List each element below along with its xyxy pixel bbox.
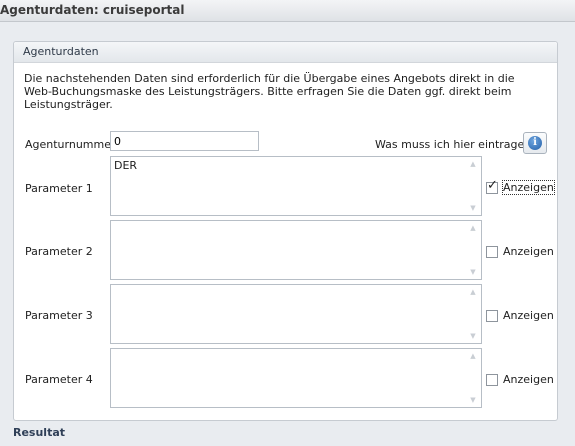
checkmark-icon: ✓ (487, 178, 498, 193)
group-header: Agenturdaten (14, 42, 557, 63)
parameter-2-show-label[interactable]: Anzeigen (503, 245, 554, 258)
parameter-3-show-label[interactable]: Anzeigen (503, 309, 554, 322)
parameter-3-show-checkbox[interactable] (486, 310, 498, 322)
window-titlebar: Agenturdaten: cruiseportal (0, 0, 575, 22)
parameter-4-show-label[interactable]: Anzeigen (503, 373, 554, 386)
parameter-1-field[interactable]: DER ▲ ▼ (110, 156, 482, 216)
group-title: Agenturdaten (23, 45, 99, 58)
help-info-button[interactable]: i (523, 132, 547, 154)
scroll-down-icon[interactable]: ▼ (468, 204, 478, 212)
agency-data-group: Agenturdaten Die nachstehenden Daten sin… (13, 41, 558, 421)
parameter-4-field[interactable]: ▲ ▼ (110, 348, 482, 408)
parameter-2-show-checkbox[interactable] (486, 246, 498, 258)
parameter-1-show-label[interactable]: Anzeigen (502, 180, 555, 195)
parameter-3-field[interactable]: ▲ ▼ (110, 284, 482, 344)
help-question: Was muss ich hier eintragen? (375, 138, 538, 151)
parameter-4-label: Parameter 4 (25, 373, 93, 386)
parameter-2-label: Parameter 2 (25, 245, 93, 258)
description-line-2: Web-Buchungsmaske des Leistungsträgers. … (24, 85, 512, 111)
parameter-4-show-checkbox[interactable] (486, 374, 498, 386)
scroll-up-icon[interactable]: ▲ (468, 224, 478, 232)
scroll-down-icon[interactable]: ▼ (468, 396, 478, 404)
description-line-1: Die nachstehenden Daten sind erforderlic… (24, 72, 515, 85)
parameter-1-show-checkbox[interactable]: ✓ (486, 178, 498, 194)
scroll-down-icon[interactable]: ▼ (468, 332, 478, 340)
scroll-up-icon[interactable]: ▲ (468, 160, 478, 168)
result-section-label: Resultat (13, 426, 66, 439)
scroll-up-icon[interactable]: ▲ (468, 288, 478, 296)
agency-number-input[interactable] (110, 131, 259, 151)
parameter-1-label: Parameter 1 (25, 182, 93, 195)
agency-number-label: Agenturnummer (25, 138, 116, 151)
info-icon: i (528, 136, 542, 150)
group-description: Die nachstehenden Daten sind erforderlic… (24, 72, 554, 111)
parameter-2-field[interactable]: ▲ ▼ (110, 220, 482, 280)
scroll-down-icon[interactable]: ▼ (468, 268, 478, 276)
parameter-1-value: DER (114, 159, 138, 172)
parameter-3-label: Parameter 3 (25, 309, 93, 322)
scroll-up-icon[interactable]: ▲ (468, 352, 478, 360)
window-title: Agenturdaten: cruiseportal (0, 3, 185, 17)
